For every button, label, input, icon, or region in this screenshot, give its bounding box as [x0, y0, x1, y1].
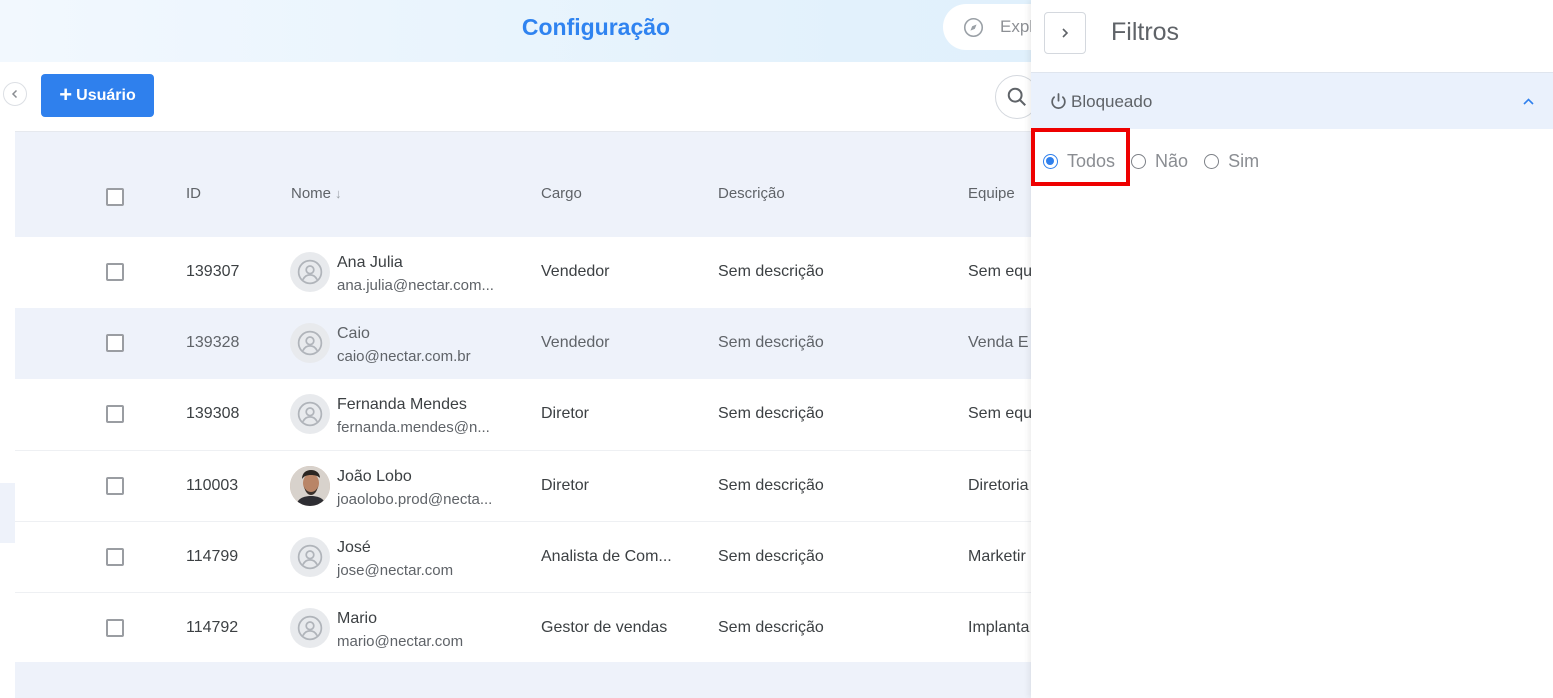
cell-cargo: Vendedor — [541, 263, 610, 280]
user-name: João Lobo — [337, 468, 412, 485]
cell-cargo: Gestor de vendas — [541, 619, 668, 636]
chevron-up-icon — [1523, 98, 1534, 105]
avatar-photo — [290, 466, 330, 506]
chevron-right-icon — [1062, 28, 1069, 38]
filters-panel: Filtros Bloqueado Todos Não Sim — [1031, 0, 1553, 698]
add-user-button[interactable]: + Usuário — [41, 74, 154, 117]
radio-sim[interactable] — [1204, 153, 1220, 169]
add-user-label: Usuário — [76, 86, 136, 104]
cell-equipe: Implanta — [968, 619, 1030, 636]
radio-option-sim[interactable]: Sim — [1204, 151, 1259, 172]
column-header-name-label: Nome — [291, 185, 332, 202]
column-header-name[interactable]: Nome ↓ — [291, 185, 342, 202]
toolbar: + Usuário — [15, 62, 1039, 132]
compass-icon — [963, 17, 984, 37]
user-email: caio@nectar.com.br — [337, 348, 471, 365]
cell-descricao: Sem descrição — [718, 405, 824, 422]
user-email: ana.julia@nectar.com... — [337, 277, 494, 294]
cell-descricao: Sem descrição — [718, 263, 824, 280]
table-footer — [15, 662, 1031, 698]
cell-descricao: Sem descrição — [718, 548, 824, 565]
cell-id: 114792 — [186, 619, 239, 636]
user-email: mario@nectar.com — [337, 633, 464, 650]
radio-label-sim: Sim — [1228, 150, 1260, 171]
cell-id: 139308 — [186, 405, 240, 422]
cell-descricao: Sem descrição — [718, 619, 824, 636]
filter-section-header[interactable]: Bloqueado — [1031, 72, 1553, 129]
row-checkbox[interactable] — [106, 263, 124, 281]
cell-equipe: Marketir — [968, 548, 1026, 565]
sidebar-collapse-button[interactable] — [3, 82, 27, 106]
cell-id: 139307 — [186, 263, 240, 280]
user-name: Mario — [337, 610, 378, 627]
avatar — [290, 537, 330, 577]
column-header-id[interactable]: ID — [186, 185, 201, 202]
user-icon — [297, 259, 323, 285]
avatar — [290, 323, 330, 363]
explore-label: Expl — [1000, 17, 1034, 36]
radio-nao[interactable] — [1131, 153, 1147, 169]
cell-id: 114799 — [186, 548, 239, 565]
sort-down-icon: ↓ — [335, 186, 342, 201]
table-row[interactable]: 139308 Fernanda Mendes fernanda.mendes@n… — [15, 379, 1031, 450]
user-name: Fernanda Mendes — [337, 396, 467, 413]
user-name: José — [337, 539, 371, 556]
power-icon — [1051, 93, 1066, 109]
filters-title: Filtros — [1111, 18, 1180, 46]
row-checkbox[interactable] — [106, 477, 124, 495]
table-row[interactable]: 110003 João Lobo joaolobo.prod@necta... … — [15, 450, 1031, 521]
cell-id: 110003 — [186, 477, 239, 494]
chevron-left-icon — [11, 89, 18, 99]
avatar — [290, 608, 330, 648]
row-checkbox[interactable] — [106, 548, 124, 566]
row-checkbox[interactable] — [106, 334, 124, 352]
avatar — [290, 394, 330, 434]
row-checkbox[interactable] — [106, 405, 124, 423]
cell-id: 139328 — [186, 334, 240, 351]
cell-equipe: Sem equ — [968, 263, 1031, 280]
select-all-checkbox[interactable] — [106, 188, 124, 206]
cell-cargo: Diretor — [541, 405, 590, 422]
user-icon — [297, 615, 323, 641]
filter-section-label: Bloqueado — [1071, 92, 1153, 111]
table-row[interactable]: 139328 Caio caio@nectar.com.br Vendedor … — [15, 308, 1031, 379]
user-icon — [297, 544, 323, 570]
radio-label-nao: Não — [1155, 150, 1189, 171]
table-header: ID Nome ↓ Cargo Descrição Equipe — [15, 133, 1031, 237]
radio-option-nao[interactable]: Não — [1131, 151, 1188, 172]
user-email: joaolobo.prod@necta... — [337, 491, 493, 508]
user-icon — [297, 401, 323, 427]
cell-descricao: Sem descrição — [718, 334, 824, 351]
table-row[interactable]: 114792 Mario mario@nectar.com Gestor de … — [15, 592, 1031, 663]
cell-equipe: Venda E — [968, 334, 1029, 351]
table-row[interactable]: 139307 Ana Julia ana.julia@nectar.com...… — [15, 237, 1031, 308]
close-filters-button[interactable] — [1044, 12, 1086, 54]
cell-cargo: Vendedor — [541, 334, 610, 351]
column-header-equipe[interactable]: Equipe — [968, 185, 1015, 202]
cell-descricao: Sem descrição — [718, 477, 824, 494]
user-icon — [297, 330, 323, 356]
search-icon — [1007, 87, 1026, 106]
cell-cargo: Diretor — [541, 477, 590, 494]
column-header-descricao[interactable]: Descrição — [718, 185, 785, 202]
user-name: Ana Julia — [337, 254, 403, 271]
plus-icon: + — [59, 81, 73, 107]
user-email: jose@nectar.com — [337, 562, 454, 579]
left-rail — [0, 62, 15, 698]
user-email: fernanda.mendes@n... — [337, 419, 490, 436]
highlight-box — [1031, 128, 1130, 186]
left-rail-shade — [0, 483, 15, 543]
avatar — [290, 252, 330, 292]
column-header-cargo[interactable]: Cargo — [541, 185, 582, 202]
cell-cargo: Analista de Com... — [541, 548, 672, 565]
user-name: Caio — [337, 325, 370, 342]
table-row[interactable]: 114799 José jose@nectar.com Analista de … — [15, 521, 1031, 592]
users-table: ID Nome ↓ Cargo Descrição Equipe 139307 A… — [15, 133, 1031, 698]
cell-equipe: Diretoria — [968, 477, 1029, 494]
profile-photo-icon — [290, 466, 330, 506]
cell-equipe: Sem equ — [968, 405, 1031, 422]
row-checkbox[interactable] — [106, 619, 124, 637]
